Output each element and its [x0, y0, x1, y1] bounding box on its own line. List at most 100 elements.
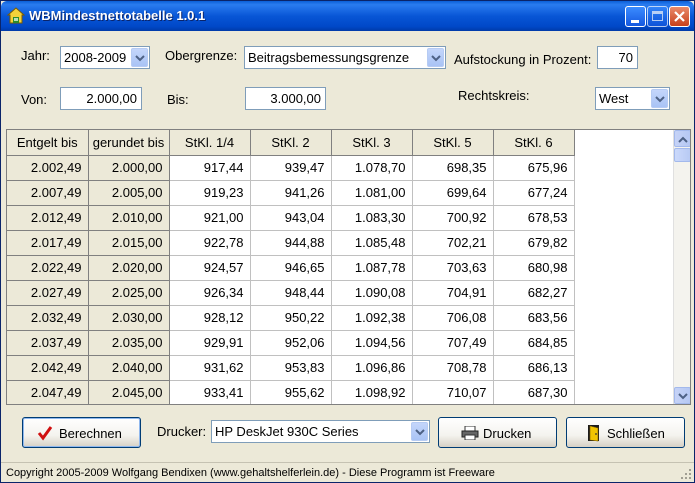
table-cell[interactable]: 944,88	[250, 230, 332, 256]
table-cell[interactable]: 2.035,00	[88, 330, 170, 356]
table-cell[interactable]: 948,44	[250, 280, 332, 306]
table-row[interactable]: 2.027,49 2.025,00 926,34 948,44 1.090,08 704,…	[7, 280, 575, 306]
table-cell[interactable]: 710,07	[412, 380, 494, 404]
table-cell[interactable]: 2.017,49	[7, 230, 89, 256]
table-cell[interactable]: 2.025,00	[88, 280, 170, 306]
table-cell[interactable]: 1.083,30	[331, 205, 413, 231]
table-cell[interactable]: 1.098,92	[331, 380, 413, 404]
table-cell[interactable]: 917,44	[169, 155, 251, 181]
table-cell[interactable]: 1.081,00	[331, 180, 413, 206]
aufstockung-input[interactable]: 70	[597, 46, 638, 69]
table-row[interactable]: 2.022,49 2.020,00 924,57 946,65 1.087,78 703,…	[7, 255, 575, 281]
table-cell[interactable]: 2.040,00	[88, 355, 170, 381]
maximize-button[interactable]	[647, 6, 668, 27]
table-cell[interactable]: 706,08	[412, 305, 494, 331]
table-cell[interactable]: 1.085,48	[331, 230, 413, 256]
table-cell[interactable]: 680,98	[493, 255, 575, 281]
table-cell[interactable]: 929,91	[169, 330, 251, 356]
table-cell[interactable]: 686,13	[493, 355, 575, 381]
header-stkl-5[interactable]: StKl. 5	[412, 130, 494, 156]
table-cell[interactable]: 699,64	[412, 180, 494, 206]
table-cell[interactable]: 943,04	[250, 205, 332, 231]
table-row[interactable]: 2.017,49 2.015,00 922,78 944,88 1.085,48 702,…	[7, 230, 575, 256]
table-cell[interactable]: 703,63	[412, 255, 494, 281]
header-stkl-2[interactable]: StKl. 2	[250, 130, 332, 156]
jahr-select[interactable]: 2008-2009	[60, 46, 150, 69]
table-cell[interactable]: 933,41	[169, 380, 251, 404]
table-cell[interactable]: 1.090,08	[331, 280, 413, 306]
table-cell[interactable]: 677,24	[493, 180, 575, 206]
minimize-button[interactable]	[625, 6, 646, 27]
table-cell[interactable]: 928,12	[169, 305, 251, 331]
header-stkl-1-4[interactable]: StKl. 1/4	[169, 130, 251, 156]
table-cell[interactable]: 921,00	[169, 205, 251, 231]
scroll-down-button[interactable]	[674, 387, 690, 404]
berechnen-button[interactable]: Berechnen	[22, 417, 141, 448]
vertical-scrollbar[interactable]	[673, 130, 690, 404]
table-cell[interactable]: 1.096,86	[331, 355, 413, 381]
header-gerundet-bis[interactable]: gerundet bis	[88, 130, 170, 156]
resize-grip-icon[interactable]	[680, 468, 692, 480]
table-cell[interactable]: 704,91	[412, 280, 494, 306]
table-row[interactable]: 2.007,49 2.005,00 919,23 941,26 1.081,00 699,…	[7, 180, 575, 206]
table-cell[interactable]: 2.010,00	[88, 205, 170, 231]
table-cell[interactable]: 952,06	[250, 330, 332, 356]
header-stkl-3[interactable]: StKl. 3	[331, 130, 413, 156]
table-cell[interactable]: 1.078,70	[331, 155, 413, 181]
table-cell[interactable]: 2.005,00	[88, 180, 170, 206]
table-cell[interactable]: 683,56	[493, 305, 575, 331]
table-cell[interactable]: 1.087,78	[331, 255, 413, 281]
table-cell[interactable]: 946,65	[250, 255, 332, 281]
table-row[interactable]: 2.002,49 2.000,00 917,44 939,47 1.078,70 698,…	[7, 155, 575, 181]
table-cell[interactable]: 2.030,00	[88, 305, 170, 331]
rechtskreis-dropdown-button[interactable]	[651, 89, 668, 108]
table-cell[interactable]: 953,83	[250, 355, 332, 381]
table-cell[interactable]: 941,26	[250, 180, 332, 206]
table-cell[interactable]: 2.042,49	[7, 355, 89, 381]
table-cell[interactable]: 675,96	[493, 155, 575, 181]
table-row[interactable]: 2.012,49 2.010,00 921,00 943,04 1.083,30 700,…	[7, 205, 575, 231]
scroll-up-button[interactable]	[674, 130, 690, 147]
obergrenze-dropdown-button[interactable]	[427, 48, 444, 67]
table-cell[interactable]: 924,57	[169, 255, 251, 281]
table-cell[interactable]: 2.007,49	[7, 180, 89, 206]
table-cell[interactable]: 682,27	[493, 280, 575, 306]
table-cell[interactable]: 1.094,56	[331, 330, 413, 356]
result-table[interactable]: Entgelt bis gerundet bis StKl. 1/4 StKl.…	[6, 129, 691, 405]
table-cell[interactable]: 2.032,49	[7, 305, 89, 331]
table-cell[interactable]: 2.000,00	[88, 155, 170, 181]
table-cell[interactable]: 2.027,49	[7, 280, 89, 306]
table-cell[interactable]: 2.037,49	[7, 330, 89, 356]
von-input[interactable]: 2.000,00	[60, 87, 142, 110]
table-cell[interactable]: 919,23	[169, 180, 251, 206]
table-cell[interactable]: 950,22	[250, 305, 332, 331]
drucken-button[interactable]: Drucken	[438, 417, 557, 448]
table-cell[interactable]: 679,82	[493, 230, 575, 256]
title-bar[interactable]: WBMindestnettotabelle 1.0.1	[1, 1, 694, 31]
table-cell[interactable]: 684,85	[493, 330, 575, 356]
table-cell[interactable]: 2.047,49	[7, 380, 89, 404]
table-cell[interactable]: 926,34	[169, 280, 251, 306]
table-cell[interactable]: 2.015,00	[88, 230, 170, 256]
table-row[interactable]: 2.042,49 2.040,00 931,62 953,83 1.096,86 708,…	[7, 355, 575, 381]
table-cell[interactable]: 922,78	[169, 230, 251, 256]
table-cell[interactable]: 2.020,00	[88, 255, 170, 281]
table-cell[interactable]: 955,62	[250, 380, 332, 404]
table-cell[interactable]: 700,92	[412, 205, 494, 231]
table-cell[interactable]: 702,21	[412, 230, 494, 256]
scroll-thumb[interactable]	[674, 148, 690, 162]
table-row[interactable]: 2.032,49 2.030,00 928,12 950,22 1.092,38 706,…	[7, 305, 575, 331]
table-cell[interactable]: 698,35	[412, 155, 494, 181]
table-cell[interactable]: 2.002,49	[7, 155, 89, 181]
header-stkl-6[interactable]: StKl. 6	[493, 130, 575, 156]
table-cell[interactable]: 2.045,00	[88, 380, 170, 404]
table-cell[interactable]: 707,49	[412, 330, 494, 356]
table-cell[interactable]: 687,30	[493, 380, 575, 404]
table-cell[interactable]: 2.012,49	[7, 205, 89, 231]
table-cell[interactable]: 678,53	[493, 205, 575, 231]
table-cell[interactable]: 708,78	[412, 355, 494, 381]
obergrenze-select[interactable]: Beitragsbemessungsgrenze	[244, 46, 446, 69]
rechtskreis-select[interactable]: West	[595, 87, 670, 110]
table-row[interactable]: 2.047,49 2.045,00 933,41 955,62 1.098,92 710,…	[7, 380, 575, 404]
schliessen-button[interactable]: Schließen	[566, 417, 685, 448]
